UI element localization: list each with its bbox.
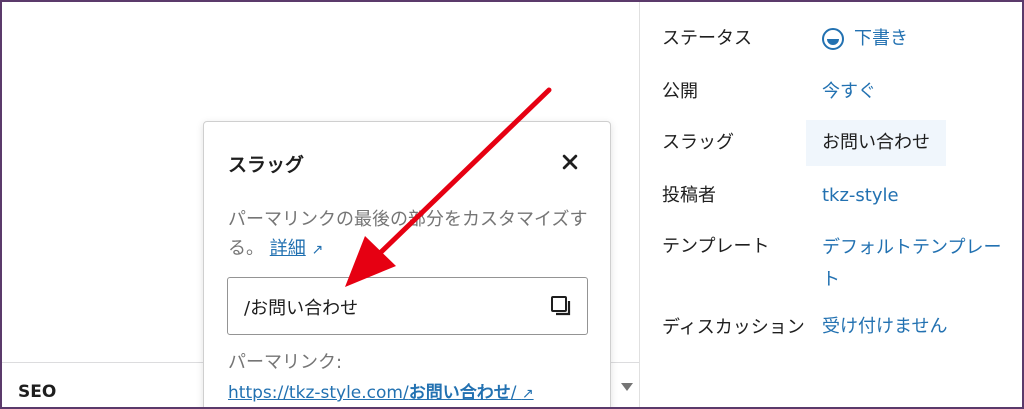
popover-description: パーマリンクの最後の部分をカスタマイズする。 詳細 ↗ [228,205,596,265]
discussion-label: ディスカッション [662,317,805,338]
learn-more-link[interactable]: 詳細 [270,238,306,259]
author-button[interactable]: tkz-style [822,181,899,211]
seo-panel-title[interactable]: SEO [18,382,56,402]
publish-label: 公開 [662,81,698,102]
status-label: ステータス [662,28,752,49]
popover-title: スラッグ [228,154,305,176]
post-settings-sidebar: ステータス 下書き 公開 今すぐ スラッグ お問い合わせ 投稿者 tkz-sty… [640,0,1024,409]
discussion-row: ディスカッション 受け付けません [662,312,947,344]
copy-button[interactable] [549,294,573,318]
publish-row: 公開 今すぐ [662,77,876,107]
permalink-trail: / [510,383,517,403]
slug-row: スラッグ お問い合わせ [662,120,946,166]
publish-date-button[interactable]: 今すぐ [822,77,876,107]
caret-down-icon[interactable] [621,383,633,391]
template-label: テンプレート [662,236,770,257]
slug-button[interactable]: お問い合わせ [806,120,946,166]
close-button[interactable] [556,148,584,176]
permalink-link[interactable]: https://tkz-style.com/お問い合わせ/ ↗ [228,378,534,403]
copy-icon [551,296,571,316]
external-link-arrow-icon: ↗ [311,242,324,258]
draft-half-circle-icon [822,28,844,50]
permalink-slug: お問い合わせ [408,383,511,403]
discussion-button[interactable]: 受け付けません [822,312,947,344]
author-row: 投稿者 tkz-style [662,181,899,211]
external-link-arrow-icon: ↗ [521,386,534,402]
status-toggle[interactable]: 下書き [822,24,908,54]
permalink-label: パーマリンク: [228,352,343,373]
template-row: テンプレート デフォルトテンプレート [662,232,1002,296]
status-value: 下書き [854,28,908,49]
template-button[interactable]: デフォルトテンプレート [822,232,1002,296]
slug-input-value: /お問い合わせ [244,298,359,319]
author-label: 投稿者 [662,185,716,206]
slug-label: スラッグ [662,132,734,153]
close-x-icon [562,154,578,170]
permalink-base: https://tkz-style.com/ [228,383,409,403]
slug-popover: スラッグ パーマリンクの最後の部分をカスタマイズする。 詳細 ↗ /お問い合わせ… [203,121,611,409]
status-row: ステータス 下書き [662,24,908,54]
slug-input[interactable]: /お問い合わせ [227,277,588,335]
